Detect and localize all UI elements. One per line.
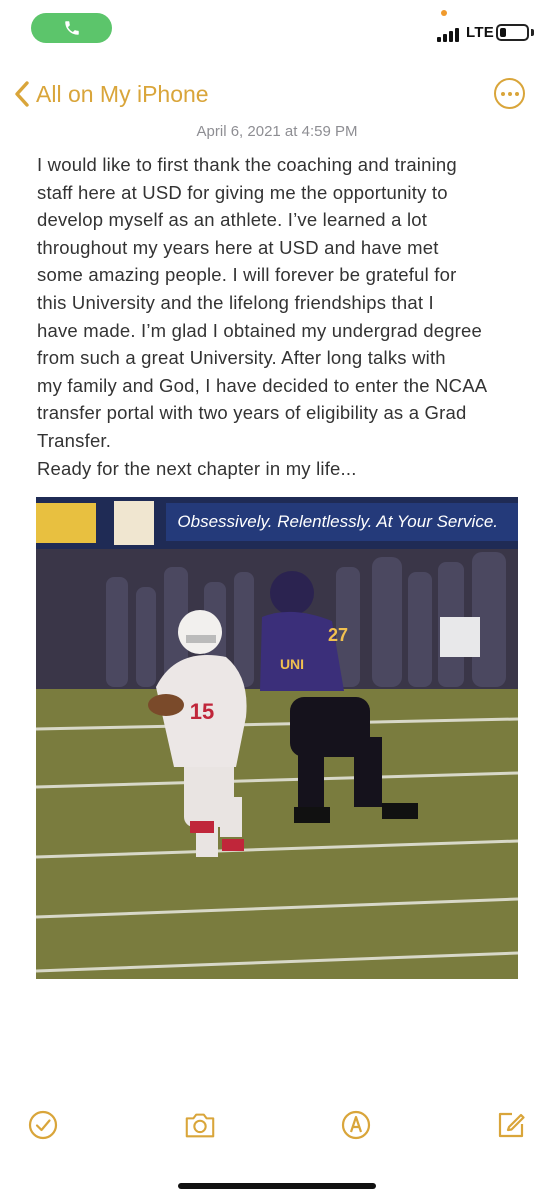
note-line: Transfer. (37, 429, 112, 451)
back-button[interactable]: All on My iPhone (14, 76, 209, 112)
note-line: throughout my years here at USD and have… (37, 236, 439, 258)
note-line: have made. I’m glad I obtained my underg… (37, 319, 483, 341)
home-indicator[interactable] (178, 1183, 376, 1189)
note-line: this University and the lifelong friends… (37, 291, 434, 313)
note-line: my family and God, I have decided to ent… (37, 374, 488, 396)
compose-button[interactable] (494, 1108, 528, 1142)
note-line: staff here at USD for giving me the oppo… (37, 181, 448, 203)
chevron-left-icon (15, 81, 29, 107)
battery-level-fill (500, 28, 506, 37)
ellipsis-dot (500, 91, 505, 96)
compose-icon (498, 1112, 525, 1138)
back-button-label: All on My iPhone (36, 80, 209, 107)
ellipsis-dot (507, 91, 512, 96)
camera-icon (185, 1113, 215, 1138)
camera-button[interactable] (183, 1108, 217, 1142)
network-type-label: LTE (466, 24, 495, 41)
battery-cap (531, 29, 534, 36)
note-body[interactable]: I would like to first thank the coaching… (37, 151, 527, 482)
more-options-button[interactable] (494, 78, 525, 109)
privacy-indicator-dot (441, 10, 447, 16)
bottom-toolbar (0, 1100, 554, 1150)
note-line: I would like to first thank the coaching… (37, 154, 457, 175)
note-line: Ready for the next chapter in my life... (37, 457, 357, 479)
cellular-signal-icon (437, 26, 463, 42)
left-jersey-number: 15 (190, 699, 214, 724)
checklist-button[interactable] (26, 1108, 60, 1142)
markup-icon (341, 1110, 371, 1140)
attached-football-photo[interactable]: Obsessively. Relentlessly. At Your Servi… (36, 497, 518, 979)
phone-icon (64, 21, 79, 35)
note-line: develop myself as an athlete. I’ve learn… (37, 209, 428, 231)
battery-icon (496, 24, 529, 41)
right-jersey-number: 27 (328, 625, 348, 645)
markup-button[interactable] (339, 1108, 373, 1142)
checklist-icon (28, 1110, 58, 1140)
note-line: some amazing people. I will forever be g… (37, 264, 457, 286)
right-jersey-text: UNI (280, 656, 304, 672)
note-line: from such a great University. After long… (37, 347, 446, 369)
banner-text: Obsessively. Relentlessly. At Your Servi… (177, 512, 498, 531)
football-field (36, 689, 518, 979)
active-call-pill[interactable] (31, 13, 112, 43)
ellipsis-dot (514, 91, 519, 96)
note-timestamp: April 6, 2021 at 4:59 PM (196, 123, 358, 140)
navigation-bar: All on My iPhone (0, 72, 554, 116)
note-line: transfer portal with two years of eligib… (37, 402, 467, 424)
status-bar: LTE (0, 0, 554, 60)
